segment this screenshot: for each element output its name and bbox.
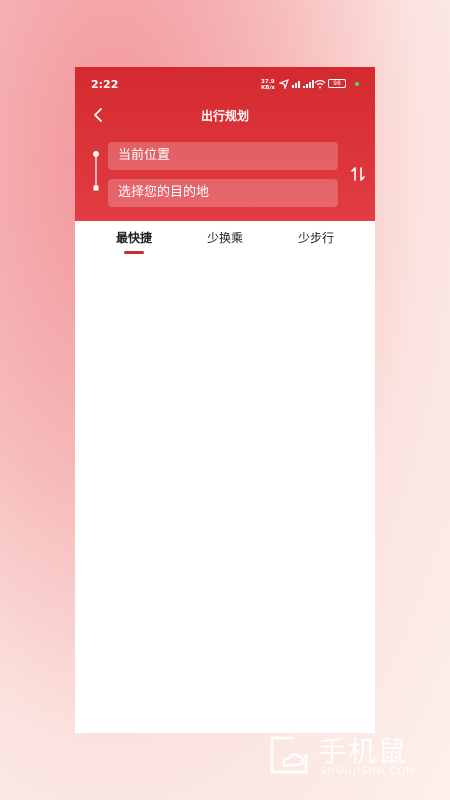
- tab-fastest[interactable]: 最快捷: [94, 229, 174, 246]
- tab-fewer-transfers[interactable]: 少换乘: [185, 229, 265, 246]
- swap-vertical-icon[interactable]: [349, 164, 367, 184]
- phone-screen: 2:22 37.9 KB/s 98 出行规划 当前位置 选择您的目的地 最快捷 …: [75, 67, 375, 733]
- destination-input[interactable]: 选择您的目的地: [108, 179, 338, 207]
- route-connector-icon: [93, 151, 99, 191]
- net-speed-unit: KB/s: [261, 85, 275, 91]
- tab-less-walking[interactable]: 少步行: [276, 229, 356, 246]
- brand-logo-icon: [270, 736, 308, 774]
- page-title: 出行规划: [200, 109, 249, 123]
- net-speed: 37.9 KB/s: [261, 79, 275, 91]
- charging-indicator: [355, 82, 359, 86]
- status-bar: 2:22 37.9 KB/s 98: [75, 67, 375, 101]
- route-preference-tabs: 最快捷 少换乘 少步行: [75, 221, 375, 261]
- watermark: 手机鼠 SHOUJISHU.COM: [262, 728, 432, 784]
- status-time: 2:22: [91, 78, 119, 91]
- watermark-domain: SHOUJISHU.COM: [320, 766, 416, 777]
- hd-signal-icon: [292, 81, 300, 88]
- battery-icon: 98: [328, 79, 346, 88]
- nav-bar: 出行规划: [75, 101, 375, 129]
- active-tab-indicator: [124, 251, 144, 254]
- location-arrow-icon: [279, 79, 289, 89]
- header: 2:22 37.9 KB/s 98 出行规划 当前位置 选择您的目的地: [75, 67, 375, 221]
- wifi-icon: [314, 79, 326, 89]
- watermark-brand: 手机鼠: [318, 735, 409, 768]
- origin-input[interactable]: 当前位置: [108, 142, 338, 170]
